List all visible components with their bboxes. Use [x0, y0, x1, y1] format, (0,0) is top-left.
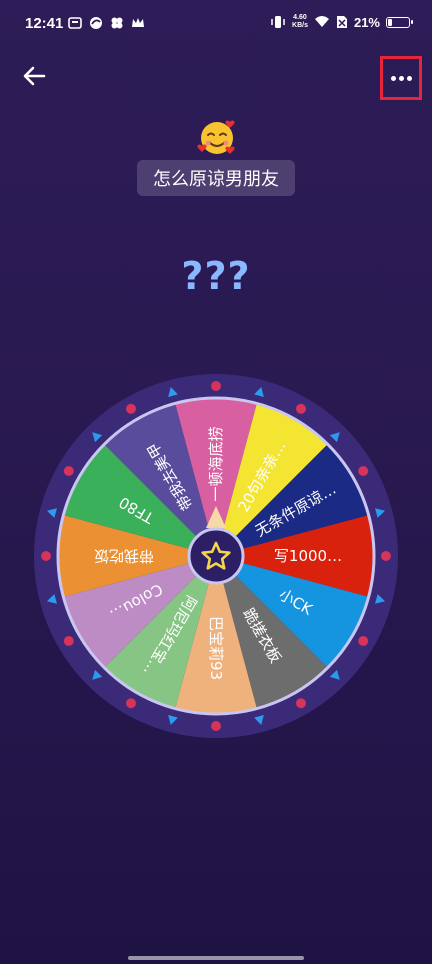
battery-percentage: 21% [353, 14, 380, 30]
clover-app-icon [111, 17, 123, 29]
wifi-icon [314, 16, 329, 27]
rim-dot [126, 403, 136, 414]
rim-dot [358, 466, 369, 476]
rim-dot [211, 721, 221, 731]
wheel-segment-label: 写1000… [274, 547, 342, 565]
rim-dot [41, 551, 51, 561]
spin-wheel[interactable]: 一顿海底捞 20句亲亲… 无条件原谅… 写1000… 小CK 跪搓衣板 巴宝莉93 阿尼玛红宝… [26, 366, 406, 746]
wheel-graphic: 一顿海底捞 20句亲亲…无条件原谅…写1000…小CK跪搓衣板巴宝莉93阿尼玛红宝… [34, 374, 398, 738]
back-button[interactable] [18, 60, 50, 92]
rim-dot [211, 381, 221, 391]
status-bar: 12:41 4.60 KB/s 21% [0, 0, 432, 50]
smiling-face-with-hearts-icon [197, 120, 235, 154]
wheel-segment-label: 一顿海底捞 [207, 426, 225, 501]
spin-result-text: ??? [181, 254, 251, 298]
rim-dot [63, 466, 74, 476]
no-sim-icon [336, 16, 347, 28]
wheel-title: 怎么原谅男朋友 [137, 160, 295, 196]
wheel-segment-label: 带我吃饭 [94, 547, 154, 565]
rim-dot [126, 698, 136, 709]
network-speed: 4.60 KB/s [292, 14, 308, 30]
status-time: 12:41 [25, 15, 64, 32]
battery-icon [386, 16, 413, 28]
rim-dot [358, 636, 369, 646]
crown-app-icon [132, 18, 144, 27]
rim-dot [63, 636, 74, 646]
status-notification-icons [68, 16, 145, 30]
rim-dot [381, 551, 391, 561]
arrow-left-icon [23, 66, 46, 86]
home-indicator[interactable] [128, 956, 304, 960]
wheel-segment-label: 巴宝莉93 [207, 616, 225, 680]
swirl-app-icon [90, 17, 102, 29]
rim-dot [296, 403, 306, 414]
spin-button[interactable] [187, 527, 245, 585]
battery-level-fill [388, 18, 392, 26]
status-system-icons: 4.60 KB/s 21% [270, 14, 413, 30]
more-horizontal-icon [390, 75, 396, 81]
rim-dot [296, 698, 306, 709]
message-app-icon [68, 17, 82, 29]
more-options-button[interactable] [380, 56, 422, 100]
network-speed-value: 4.60 [293, 14, 307, 21]
vibrate-icon [271, 16, 285, 28]
network-speed-unit: KB/s [292, 22, 308, 29]
